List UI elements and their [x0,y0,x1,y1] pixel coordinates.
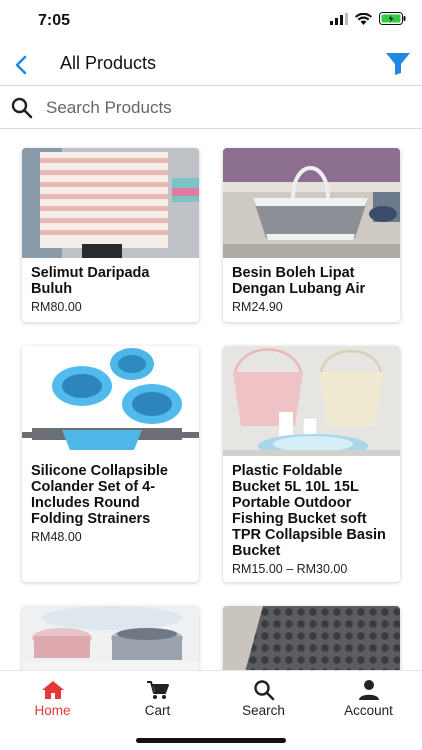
status-bar: 7:05 [0,0,422,44]
tab-label: Account [344,703,393,718]
product-image [22,148,199,258]
cart-icon [146,681,169,699]
product-name: Besin Boleh Lipat Dengan Lubang Air [232,265,366,297]
product-name: Silicone Collapsible Colander Set of 4-I… [31,463,168,527]
product-image [22,346,199,456]
product-image [223,148,400,258]
page-title: All Products [60,53,157,73]
product-price: RM48.00 [31,530,82,544]
status-time: 7:05 [38,12,71,29]
product-price: RM24.90 [232,300,283,314]
product-name: Plastic Foldable Bucket 5L 10L 15L Porta… [232,463,386,559]
signal-icon [330,12,348,25]
product-card[interactable]: Besin Boleh Lipat Dengan Lubang Air RM24… [223,148,400,322]
chevron-left-icon [15,55,27,75]
status-icons [330,12,406,25]
product-image [223,346,400,456]
tab-search[interactable]: Search [211,679,316,718]
search-bar [0,87,422,129]
search-input[interactable] [46,93,406,123]
filter-icon [386,53,410,75]
tab-label: Search [242,703,285,718]
search-icon [253,680,274,701]
nav-bar: All Products [0,44,422,86]
product-price: RM15.00 – RM30.00 [232,562,348,576]
product-card[interactable]: Silicone Collapsible Colander Set of 4-I… [22,346,199,582]
battery-icon [379,12,406,25]
back-button[interactable] [8,52,34,78]
tab-home[interactable]: Home [0,679,105,718]
home-indicator [136,738,286,743]
filter-button[interactable] [384,50,412,78]
product-card[interactable]: Selimut Daripada Buluh RM80.00 [22,148,199,322]
tab-cart[interactable]: Cart [105,679,210,718]
product-price: RM80.00 [31,300,82,314]
wifi-icon [355,12,372,25]
tab-account[interactable]: Account [316,679,421,718]
account-icon [358,680,379,700]
tab-label: Home [34,703,71,718]
product-name: Selimut Daripada Buluh [31,265,150,297]
home-icon [41,681,64,699]
tab-label: Cart [144,703,171,718]
search-icon [11,97,33,119]
product-card[interactable]: Plastic Foldable Bucket 5L 10L 15L Porta… [223,346,400,582]
